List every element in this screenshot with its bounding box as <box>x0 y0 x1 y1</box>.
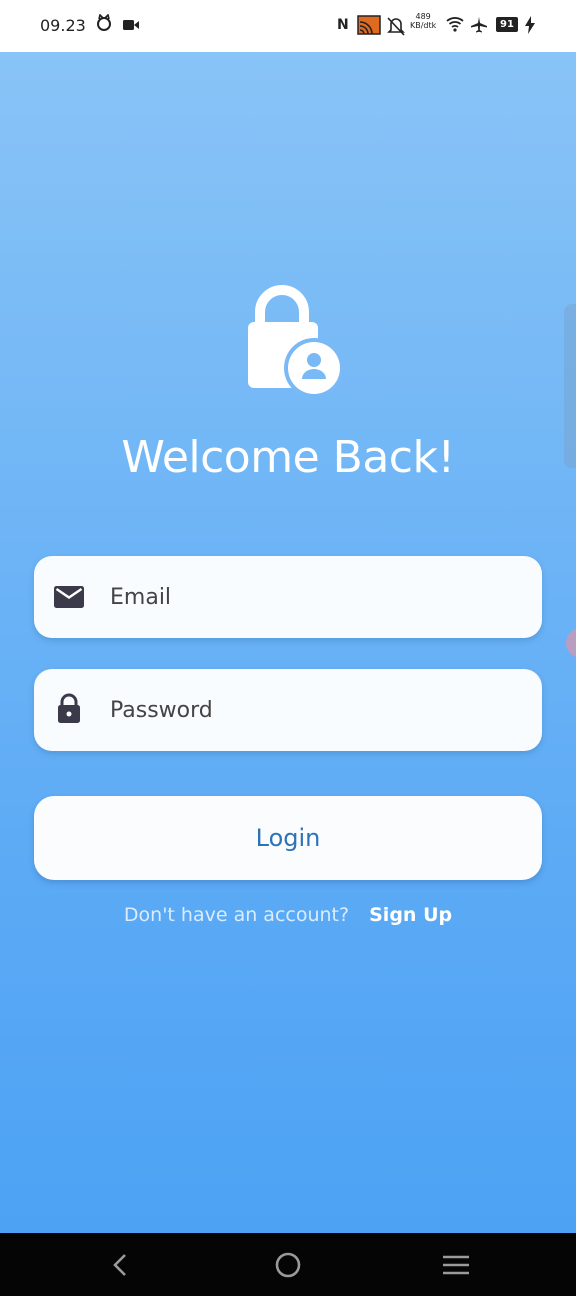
wifi-icon <box>446 17 464 32</box>
video-icon <box>123 20 139 30</box>
status-time: 09.23 <box>40 16 86 35</box>
status-bar: 09.23 N 489 KB/dtk 91 <box>0 0 576 52</box>
floating-bubble[interactable] <box>566 628 576 658</box>
password-input[interactable] <box>110 669 520 751</box>
bell-off-icon <box>387 17 405 36</box>
battery-icon: 91 <box>496 17 518 32</box>
net-speed-unit: KB/dtk <box>410 21 437 30</box>
login-button[interactable]: Login <box>34 796 542 880</box>
airplane-icon <box>471 17 487 33</box>
login-screen: 09.23 N 489 KB/dtk 91 Welcome Back! Emai… <box>0 0 576 1296</box>
back-icon[interactable] <box>104 1249 136 1281</box>
nfc-icon: N <box>337 17 349 33</box>
charging-icon <box>525 16 535 34</box>
net-speed: 489 KB/dtk <box>410 12 436 30</box>
email-input[interactable] <box>110 556 520 638</box>
home-icon[interactable] <box>272 1249 304 1281</box>
password-field[interactable] <box>34 669 542 751</box>
signup-link[interactable]: Sign Up <box>369 904 452 926</box>
lock-user-icon <box>248 285 344 394</box>
menu-icon[interactable] <box>440 1249 472 1281</box>
page-title: Welcome Back! <box>121 432 455 483</box>
cat-icon <box>97 14 111 31</box>
signup-row: Don't have an account? Sign Up <box>0 904 576 926</box>
mail-icon <box>54 586 84 608</box>
lock-icon <box>58 693 80 723</box>
cast-icon <box>357 15 381 35</box>
signup-prompt: Don't have an account? <box>123 904 350 926</box>
net-speed-value: 489 <box>415 12 431 21</box>
email-field[interactable] <box>34 556 542 638</box>
navigation-bar <box>0 1233 576 1296</box>
